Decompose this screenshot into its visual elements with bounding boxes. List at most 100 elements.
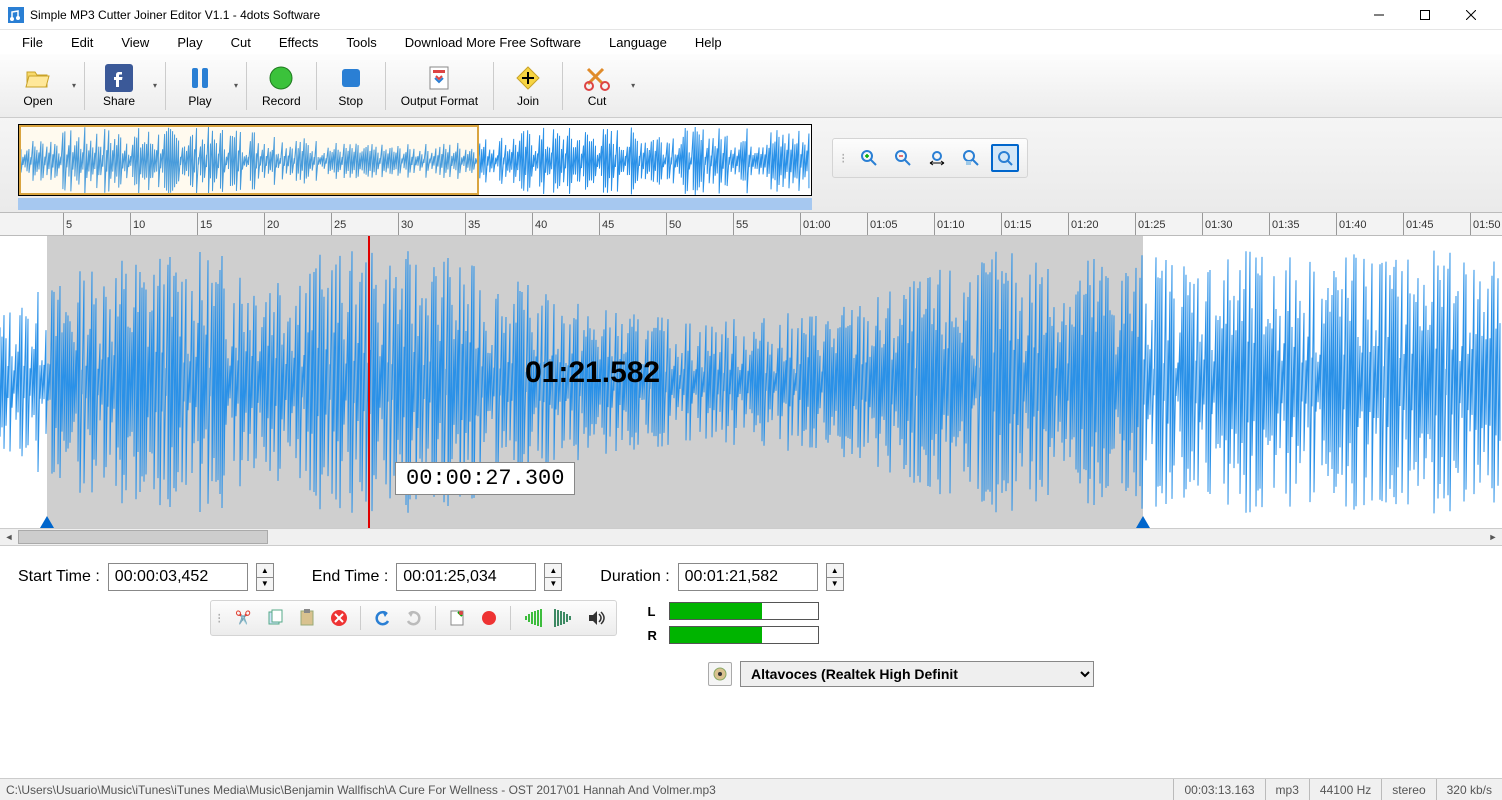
- level-meters: L R: [647, 602, 819, 644]
- output-format-icon: [425, 64, 453, 92]
- undo-icon: [373, 609, 391, 627]
- duration-spinner[interactable]: ▲▼: [826, 563, 844, 591]
- output-format-button[interactable]: Output Format: [390, 58, 489, 114]
- start-time-input[interactable]: [108, 563, 248, 591]
- status-samplerate: 44100 Hz: [1309, 779, 1381, 800]
- scroll-left-button[interactable]: ◄: [0, 529, 18, 545]
- cut-button[interactable]: Cut: [567, 58, 627, 114]
- output-device-row: Altavoces (Realtek High Definit: [0, 656, 1502, 692]
- menubar: File Edit View Play Cut Effects Tools Do…: [0, 30, 1502, 54]
- menu-tools[interactable]: Tools: [332, 32, 390, 53]
- meter-r-bar: [669, 626, 819, 644]
- selection-end-marker[interactable]: [1136, 516, 1150, 528]
- share-dropdown[interactable]: ▾: [149, 81, 161, 90]
- fade-out-button[interactable]: [550, 604, 578, 632]
- status-channels: stereo: [1381, 779, 1435, 800]
- close-button[interactable]: [1448, 0, 1494, 30]
- play-dropdown[interactable]: ▾: [230, 81, 242, 90]
- redo-button[interactable]: [400, 604, 428, 632]
- scroll-thumb[interactable]: [18, 530, 268, 544]
- open-dropdown[interactable]: ▾: [68, 81, 80, 90]
- scissors-icon: ✂️: [235, 610, 251, 626]
- open-button[interactable]: Open: [8, 58, 68, 114]
- join-button[interactable]: Join: [498, 58, 558, 114]
- paste-button[interactable]: [293, 604, 321, 632]
- folder-open-icon: [24, 64, 52, 92]
- fade-in-icon: [521, 609, 543, 627]
- duration-input[interactable]: [678, 563, 818, 591]
- volume-button[interactable]: [582, 604, 610, 632]
- zoom-selection-button[interactable]: [957, 144, 985, 172]
- overview-row: ⁝: [0, 118, 1502, 212]
- status-duration: 00:03:13.163: [1173, 779, 1264, 800]
- cut-dropdown[interactable]: ▾: [627, 81, 639, 90]
- zoom-fit-horizontal-button[interactable]: [923, 144, 951, 172]
- status-bitrate: 320 kb/s: [1436, 779, 1502, 800]
- menu-edit[interactable]: Edit: [57, 32, 107, 53]
- record-dot-icon: [480, 609, 498, 627]
- meter-l-bar: [669, 602, 819, 620]
- start-time-spinner[interactable]: ▲▼: [256, 563, 274, 591]
- share-button[interactable]: Share: [89, 58, 149, 114]
- menu-language[interactable]: Language: [595, 32, 681, 53]
- record-marker-button[interactable]: [475, 604, 503, 632]
- zoom-toolbar: ⁝: [832, 138, 1028, 178]
- pause-icon: [186, 64, 214, 92]
- play-button[interactable]: Play: [170, 58, 230, 114]
- main-toolbar: Open ▾ Share ▾ Play ▾ Record Stop Output…: [0, 54, 1502, 118]
- time-ruler[interactable]: 51015202530354045505501:0001:0501:1001:1…: [0, 212, 1502, 236]
- minimize-button[interactable]: [1356, 0, 1402, 30]
- overview-waveform[interactable]: [18, 124, 812, 196]
- selection-start-marker[interactable]: [40, 516, 54, 528]
- zoom-full-button[interactable]: [991, 144, 1019, 172]
- meter-r-label: R: [647, 628, 661, 643]
- copy-button[interactable]: [261, 604, 289, 632]
- maximize-button[interactable]: [1402, 0, 1448, 30]
- selection-duration-display: 01:21.582: [525, 356, 660, 390]
- statusbar: C:\Users\Usuario\Music\iTunes\iTunes Med…: [0, 778, 1502, 800]
- menu-view[interactable]: View: [107, 32, 163, 53]
- meter-l-label: L: [647, 604, 661, 619]
- main-waveform[interactable]: 01:21.582 00:00:27.300: [0, 236, 1502, 528]
- record-icon: [267, 64, 295, 92]
- waveform-hscroll[interactable]: ◄ ►: [0, 528, 1502, 546]
- zoom-in-button[interactable]: [855, 144, 883, 172]
- zoom-out-button[interactable]: [889, 144, 917, 172]
- fade-out-icon: [553, 609, 575, 627]
- output-device-select[interactable]: Altavoces (Realtek High Definit: [740, 661, 1094, 687]
- overview-scrollbar[interactable]: [18, 198, 812, 210]
- copy-icon: [266, 609, 284, 627]
- facebook-icon: [105, 64, 133, 92]
- cut-selection-button[interactable]: ✂️: [229, 604, 257, 632]
- fade-in-button[interactable]: [518, 604, 546, 632]
- end-time-input[interactable]: [396, 563, 536, 591]
- cut-icon: [583, 64, 611, 92]
- scroll-right-button[interactable]: ►: [1484, 529, 1502, 545]
- cursor-time-display: 00:00:27.300: [395, 462, 575, 495]
- menu-cut[interactable]: Cut: [217, 32, 265, 53]
- time-fields-row: Start Time : ▲▼ End Time : ▲▼ Duration :…: [0, 546, 1502, 596]
- start-time-label: Start Time :: [18, 568, 100, 586]
- end-time-spinner[interactable]: ▲▼: [544, 563, 562, 591]
- edit-row: ⁝ ✂️ L R: [0, 596, 1502, 656]
- stop-button[interactable]: Stop: [321, 58, 381, 114]
- menu-play[interactable]: Play: [163, 32, 216, 53]
- delete-icon: [330, 609, 348, 627]
- overview-selection[interactable]: [19, 125, 479, 195]
- marker-icon: [448, 609, 466, 627]
- marker-button[interactable]: [443, 604, 471, 632]
- titlebar: Simple MP3 Cutter Joiner Editor V1.1 - 4…: [0, 0, 1502, 30]
- stop-icon: [337, 64, 365, 92]
- record-button[interactable]: Record: [251, 58, 312, 114]
- menu-help[interactable]: Help: [681, 32, 736, 53]
- join-icon: [514, 64, 542, 92]
- delete-button[interactable]: [325, 604, 353, 632]
- menu-effects[interactable]: Effects: [265, 32, 333, 53]
- menu-download[interactable]: Download More Free Software: [391, 32, 595, 53]
- speaker-device-icon: [708, 662, 732, 686]
- playhead[interactable]: [368, 236, 370, 528]
- menu-file[interactable]: File: [8, 32, 57, 53]
- status-filepath: C:\Users\Usuario\Music\iTunes\iTunes Med…: [0, 783, 1173, 797]
- end-time-label: End Time :: [312, 568, 388, 586]
- undo-button[interactable]: [368, 604, 396, 632]
